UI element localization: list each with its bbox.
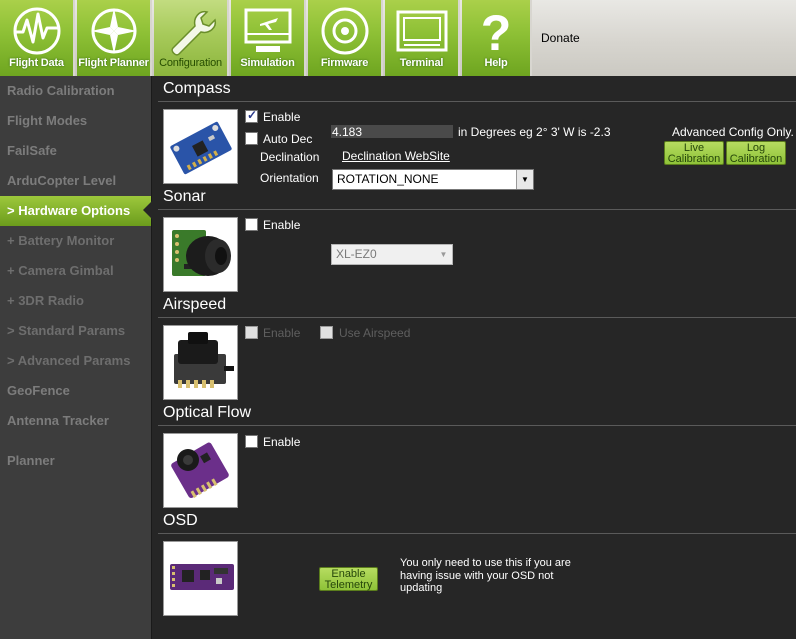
declination-hint: in Degrees eg 2° 3' W is -2.3 (458, 125, 611, 139)
optical-flow-section-divider (158, 425, 796, 426)
sonar-section-title: Sonar (163, 188, 206, 205)
airspeed-enable-checkbox[interactable] (245, 326, 258, 339)
sidebar-divider (151, 76, 152, 639)
sidebar-item-arducopter-level[interactable]: ArduCopter Level (0, 166, 151, 196)
chevron-down-icon: ▼ (516, 170, 533, 189)
chevron-down-icon: ▼ (435, 245, 452, 264)
sidebar-item-geofence[interactable]: GeoFence (0, 376, 151, 406)
simulation-button[interactable]: Simulation (231, 0, 306, 76)
compass-section-title: Compass (163, 80, 231, 97)
compass-enable-label: Enable (263, 110, 301, 124)
flight-data-button[interactable]: Flight Data (0, 0, 75, 76)
auto-dec-label: Auto Dec (263, 132, 313, 146)
help-label: Help (484, 57, 508, 69)
help-button[interactable]: ? Help (462, 0, 532, 76)
flight-planner-button[interactable]: Flight Planner (77, 0, 152, 76)
firmware-label: Firmware (320, 57, 369, 69)
compass-enable-checkbox[interactable]: ✓ (245, 108, 258, 123)
airspeed-section-divider (158, 317, 796, 318)
sidebar-item-battery-monitor[interactable]: + Battery Monitor (0, 226, 151, 256)
sidebar-item-planner[interactable]: Planner (0, 446, 151, 476)
orientation-value: ROTATION_NONE (337, 172, 439, 186)
optical-flow-enable-checkbox[interactable] (245, 435, 258, 448)
compass-board-image (163, 109, 238, 184)
donate-link[interactable]: Donate (541, 31, 580, 45)
log-calibration-button[interactable]: Log Calibration (726, 141, 786, 165)
sidebar-item-hardware-options[interactable]: > Hardware Options (0, 196, 151, 226)
sidebar-item-3dr-radio[interactable]: + 3DR Radio (0, 286, 151, 316)
sonar-type-value: XL-EZ0 (336, 247, 377, 261)
auto-dec-checkbox[interactable] (245, 132, 258, 145)
declination-website-link[interactable]: Declination WebSite (342, 149, 450, 163)
wrench-icon (171, 10, 216, 56)
help-icon: ? (481, 5, 512, 56)
optical-flow-sensor-image (163, 433, 238, 508)
use-airspeed-checkbox[interactable] (320, 326, 333, 339)
airspeed-sensor-image (163, 325, 238, 400)
sonar-section-divider (158, 209, 796, 210)
simulation-label: Simulation (240, 57, 295, 69)
advanced-config-label: Advanced Config Only. (672, 125, 794, 139)
sidebar-item-radio-calibration[interactable]: Radio Calibration (0, 76, 151, 106)
airspeed-enable-label: Enable (263, 326, 301, 340)
sonar-enable-label: Enable (263, 218, 301, 232)
checkmark-icon: ✓ (247, 108, 258, 122)
airspeed-section-title: Airspeed (163, 296, 227, 313)
sidebar-item-camera-gimbal[interactable]: + Camera Gimbal (0, 256, 151, 286)
terminal-label: Terminal (399, 57, 444, 69)
flight-planner-label: Flight Planner (78, 57, 149, 69)
orientation-select[interactable]: ROTATION_NONE ▼ (332, 169, 534, 190)
sidebar-item-failsafe[interactable]: FailSafe (0, 136, 151, 166)
osd-board-image (163, 541, 238, 616)
terminal-icon (396, 10, 447, 52)
flight-planner-icon (90, 8, 137, 54)
optical-flow-section-title: Optical Flow (163, 404, 252, 421)
terminal-button[interactable]: Terminal (385, 0, 460, 76)
compass-section-divider (158, 101, 796, 102)
enable-telemetry-button[interactable]: Enable Telemetry (319, 567, 378, 591)
osd-section-divider (158, 533, 796, 534)
sidebar-item-antenna-tracker[interactable]: Antenna Tracker (0, 406, 151, 436)
configuration-button[interactable]: Configuration (154, 0, 229, 76)
top-toolbar: Flight Data Flight Planner Configuration… (0, 0, 796, 76)
orientation-label: Orientation (260, 171, 319, 185)
flight-data-label: Flight Data (9, 57, 64, 69)
live-calibration-button[interactable]: Live Calibration (664, 141, 724, 165)
firmware-button[interactable]: Firmware (308, 0, 383, 76)
sonar-enable-checkbox[interactable] (245, 218, 258, 231)
sidebar-item-flight-modes[interactable]: Flight Modes (0, 106, 151, 136)
config-sidebar: Radio Calibration Flight Modes FailSafe … (0, 76, 151, 639)
configuration-label: Configuration (159, 57, 222, 69)
sonar-type-select[interactable]: XL-EZ0 ▼ (331, 244, 453, 265)
osd-section-title: OSD (163, 512, 198, 529)
sonar-sensor-image (163, 217, 238, 292)
flight-data-icon (13, 7, 60, 55)
firmware-disc-icon (321, 7, 368, 55)
optical-flow-enable-label: Enable (263, 435, 301, 449)
simulation-icon (244, 8, 291, 52)
declination-input[interactable] (331, 125, 453, 138)
osd-note: You only need to use this if you are hav… (400, 557, 571, 594)
active-item-pointer (143, 200, 153, 220)
declination-label: Declination (260, 150, 320, 164)
use-airspeed-label: Use Airspeed (339, 326, 411, 340)
sidebar-item-advanced-params[interactable]: > Advanced Params (0, 346, 151, 376)
sidebar-item-standard-params[interactable]: > Standard Params (0, 316, 151, 346)
svg-text:?: ? (481, 5, 512, 56)
